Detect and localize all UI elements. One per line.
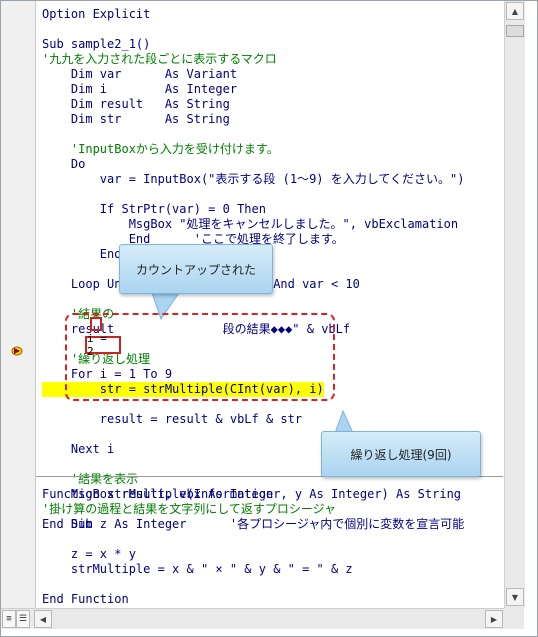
code-line[interactable]: Dim z As Integer '各プロシージャ内で個別に変数を宣言可能 bbox=[42, 517, 464, 532]
code-line[interactable]: Next i bbox=[42, 442, 114, 457]
code-line[interactable]: var = InputBox("表示する段 (1～9) を入力してください。") bbox=[42, 172, 465, 187]
code-line[interactable]: MsgBox "処理をキャンセルしました。", vbExclamation bbox=[42, 217, 458, 232]
code-line[interactable]: Do bbox=[42, 157, 85, 172]
code-margin[interactable] bbox=[1, 1, 36, 608]
comment-line[interactable]: '掛け算の過程と結果を文字列にして返すプロシージャ bbox=[42, 502, 336, 517]
vba-code-window: Option Explicit Sub sample2_1() '九九を入力された段… bbox=[0, 0, 538, 637]
comment-line[interactable]: '九九を入力された段ごとに表示するマクロ bbox=[42, 52, 277, 67]
scroll-down-button[interactable]: ▼ bbox=[506, 588, 524, 606]
code-line[interactable]: Dim result As String bbox=[42, 97, 230, 112]
full-module-view-icon[interactable]: ☰ bbox=[16, 610, 30, 628]
scroll-right-button[interactable]: ▶ bbox=[485, 610, 503, 628]
code-line[interactable]: Dim str As String bbox=[42, 112, 230, 127]
code-line[interactable]: If StrPtr(var) = 0 Then bbox=[42, 202, 266, 217]
code-editor[interactable]: Option Explicit Sub sample2_1() '九九を入力された段… bbox=[36, 1, 503, 608]
code-line[interactable]: Dim var As Variant bbox=[42, 67, 237, 82]
scroll-up-button[interactable]: ▲ bbox=[506, 2, 524, 20]
callout-loop-process: 繰り返し処理(9回) bbox=[321, 431, 481, 477]
splitter-box[interactable] bbox=[504, 608, 524, 628]
procedure-view-icon[interactable]: ≡ bbox=[2, 610, 16, 628]
code-line[interactable]: Dim i As Integer bbox=[42, 82, 237, 97]
horizontal-scrollbar[interactable]: ≡ ☰ ◀ ▶ bbox=[1, 608, 524, 629]
scroll-left-button[interactable]: ◀ bbox=[34, 610, 52, 628]
callout-counted-up-text: カウントアップされた bbox=[135, 262, 256, 277]
scroll-thumb[interactable] bbox=[506, 25, 524, 37]
code-line[interactable]: End Function bbox=[42, 592, 129, 607]
vertical-scrollbar[interactable]: ▲ ▼ bbox=[504, 1, 525, 608]
variable-value-tooltip: i = 2 bbox=[85, 332, 121, 358]
callout-counted-up: カウントアップされた bbox=[119, 244, 273, 294]
execution-arrow-icon bbox=[11, 346, 23, 356]
code-line[interactable]: strMultiple = x & " × " & y & " = " & z bbox=[42, 562, 353, 577]
comment-line[interactable]: '結果を表示 bbox=[42, 472, 138, 487]
code-line[interactable]: result = result & vbLf & str bbox=[42, 412, 302, 427]
comment-line[interactable]: 'InputBoxから入力を受け付けます。 bbox=[42, 142, 279, 157]
code-line[interactable]: Function strMultiple(x As Integer, y As … bbox=[42, 487, 461, 502]
code-line[interactable]: Option Explicit bbox=[42, 7, 150, 22]
code-line[interactable]: Sub sample2_1() bbox=[42, 37, 150, 52]
code-line[interactable]: z = x * y bbox=[42, 547, 136, 562]
callout-loop-process-text: 繰り返し処理(9回) bbox=[350, 447, 452, 462]
variable-highlight-box bbox=[90, 317, 102, 331]
